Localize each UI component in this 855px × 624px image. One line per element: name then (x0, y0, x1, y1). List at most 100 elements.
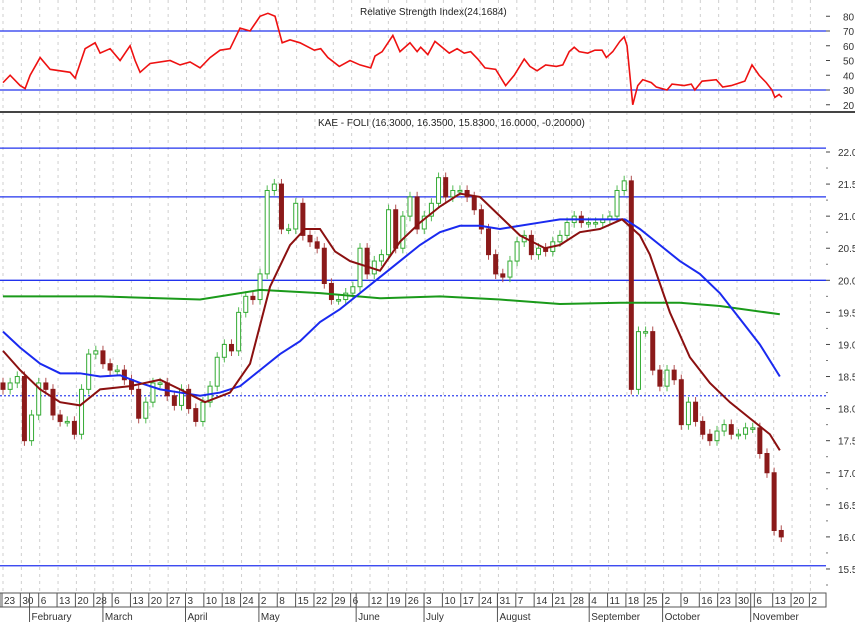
candle-up (29, 414, 35, 442)
candle-up (200, 401, 206, 422)
candle-up (585, 222, 591, 225)
candle-down (728, 424, 734, 435)
candle-down (771, 472, 777, 531)
candle-up (86, 353, 92, 390)
date-tick-label: 27 (169, 596, 181, 607)
date-tick-label: 29 (334, 596, 346, 607)
price-tick-label: 20.5 (838, 244, 855, 255)
date-tick-label: 16 (701, 596, 713, 607)
date-tick-label: 30 (738, 596, 750, 607)
candle-down (500, 273, 506, 278)
candle-up (236, 311, 242, 352)
price-tick-label: 19.0 (838, 340, 855, 351)
date-tick-label: 19 (389, 596, 401, 607)
candle-down (764, 453, 770, 474)
date-tick-label: 17 (463, 596, 475, 607)
candle-down (250, 295, 256, 301)
price-tick-label: 21.5 (838, 180, 855, 191)
date-tick-label: 15 (298, 596, 310, 607)
rsi-tick-label: 60 (843, 42, 855, 53)
date-tick-label: 6 (41, 596, 47, 607)
month-label: November (753, 612, 800, 623)
candle-down (471, 196, 477, 211)
candle-up (735, 433, 741, 437)
candle-down (757, 427, 763, 455)
candle-up (514, 241, 520, 262)
candle-up (743, 427, 749, 435)
month-label: October (665, 612, 701, 623)
candle-up (378, 254, 384, 262)
candle-up (721, 424, 727, 432)
candle-up (664, 369, 670, 387)
price-tick-label: 21.0 (838, 212, 855, 223)
candle-up (257, 273, 263, 301)
rsi-panel: 80 70 60 50 40 30 20 (0, 12, 855, 112)
candle-up (564, 222, 570, 236)
candle-down (693, 401, 699, 422)
candle-up (386, 209, 392, 256)
date-tick-label: 18 (628, 596, 640, 607)
date-tick-label: 31 (499, 596, 511, 607)
candle-up (214, 356, 220, 387)
candle-down (307, 234, 313, 243)
price-tick-label: 17.0 (838, 469, 855, 480)
candle-up (557, 234, 563, 243)
candle-up (714, 430, 720, 442)
candle-up (621, 180, 627, 191)
date-tick-label: 14 (536, 596, 548, 607)
date-tick-label: 25 (646, 596, 658, 607)
candle-up (350, 286, 356, 294)
candle-up (536, 247, 541, 256)
candle-up (457, 189, 463, 193)
candle-down (650, 331, 656, 371)
date-tick-label: 24 (481, 596, 493, 607)
price-panel: 22.0 21.5 21.0 20.5 20.0 19.5 19.0 18.5 18.0 17.5… (0, 147, 855, 586)
price-title: KAE - FOLI (16.3000, 16.3500, 15.8300, 1… (318, 118, 585, 129)
candle-up (7, 382, 13, 390)
candle-down (278, 183, 284, 230)
candle-up (271, 183, 277, 191)
date-tick-label: 13 (132, 596, 144, 607)
date-tick-label: 28 (573, 596, 585, 607)
candle-down (228, 343, 234, 352)
month-label: May (261, 612, 280, 623)
date-tick-label: 6 (756, 596, 762, 607)
candle-down (671, 369, 677, 381)
month-label: February (32, 612, 72, 623)
candle-down (486, 228, 492, 256)
date-tick-label: 10 (206, 596, 218, 607)
candle-down (0, 382, 6, 390)
date-axis: 23 30 6 13 20 28 6 13 20 27 3 10 18 24 2 8 15 22 29 6 12 19 26… (0, 592, 827, 623)
candle-up (286, 228, 292, 231)
candle-up (407, 196, 413, 217)
date-tick-label: 11 (610, 596, 621, 607)
candle-up (64, 420, 70, 424)
candle-up (400, 215, 406, 249)
rsi-tick-label: 80 (843, 12, 855, 23)
candle-down (657, 369, 663, 387)
price-tick-label: 19.5 (838, 308, 855, 319)
date-tick-label: 6 (114, 596, 120, 607)
date-tick-label: 13 (775, 596, 787, 607)
month-label: July (426, 612, 444, 623)
price-tick-label: 16.0 (838, 533, 855, 544)
rsi-tick-label: 40 (843, 71, 855, 82)
candle-up (221, 343, 227, 358)
month-label: April (188, 612, 208, 623)
rsi-tick-label: 50 (843, 57, 855, 68)
candle-down (628, 180, 634, 390)
rsi-tick-label: 70 (843, 27, 855, 38)
candle-down (393, 209, 399, 249)
price-tick-label: 18.0 (838, 405, 855, 416)
candle-up (614, 189, 620, 217)
date-tick-label: 12 (371, 596, 383, 607)
candle-down (678, 379, 684, 426)
rsi-tick-label: 20 (843, 101, 855, 112)
price-tick-label: 16.5 (838, 501, 855, 512)
candle-down (136, 388, 142, 419)
date-tick-label: 26 (408, 596, 420, 607)
date-tick-label: 2 (811, 596, 817, 607)
candle-up (293, 202, 299, 230)
candle-down (171, 395, 177, 406)
candle-up (643, 331, 649, 334)
